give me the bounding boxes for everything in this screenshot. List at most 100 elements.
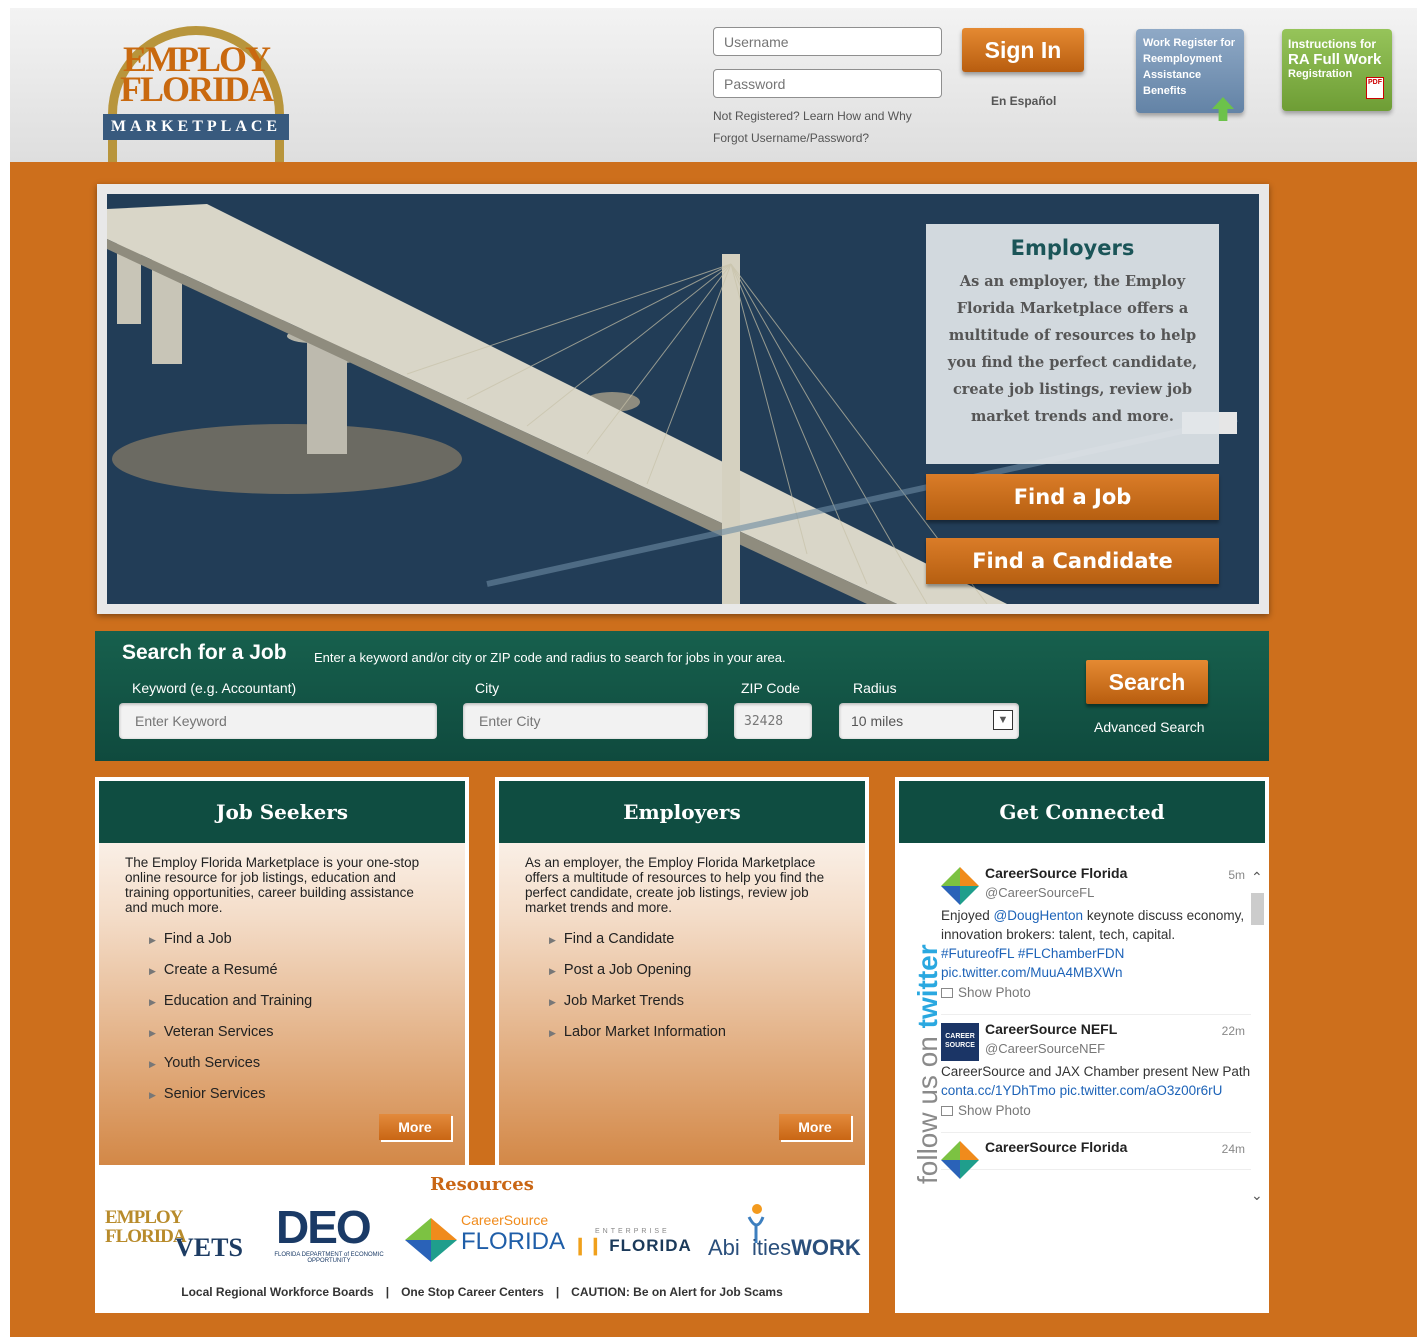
en-espanol-link[interactable]: En Español — [991, 94, 1056, 108]
tweet-author-name[interactable]: CareerSource Florida — [985, 865, 1251, 881]
site-header: EMPLOY FLORIDA MARKETPLACE Not Registere… — [10, 8, 1417, 176]
job-seekers-link-label: Create a Resumé — [163, 962, 278, 978]
enterprise-florida-logo-florida: FLORIDA — [609, 1236, 692, 1255]
resources-title: Resources — [430, 1174, 534, 1195]
chevron-up-icon[interactable]: ⌃ — [1251, 869, 1263, 886]
caret-right-icon: ▶ — [149, 997, 156, 1007]
careersource-nefl-avatar[interactable]: CAREER SOURCE — [941, 1023, 979, 1061]
logo-word-marketplace: MARKETPLACE — [103, 114, 289, 140]
careersource-avatar[interactable] — [941, 1141, 979, 1179]
tweet-author-name[interactable]: CareerSource NEFL — [985, 1021, 1251, 1037]
deo-logo[interactable]: DEO FLORIDA DEPARTMENT of ECONOMIC OPPOR… — [270, 1200, 385, 1265]
zip-label: ZIP Code — [741, 680, 800, 696]
job-seekers-link-label: Veteran Services — [163, 1024, 274, 1040]
search-description: Enter a keyword and/or city or ZIP code … — [314, 650, 786, 665]
job-seekers-link[interactable]: ▶ Find a Job — [149, 927, 465, 958]
advanced-search-link[interactable]: Advanced Search — [1094, 719, 1205, 735]
password-input[interactable] — [713, 69, 942, 98]
tweet-pic-link[interactable]: pic.twitter.com/MuuA4MBXWn — [941, 965, 1123, 980]
zip-input[interactable] — [734, 703, 812, 739]
feed-scrollbar[interactable]: ⌃ ⌄ — [1251, 869, 1265, 1203]
tweet-mention-link[interactable]: @DougHenton — [994, 908, 1084, 923]
employers-panel: Employers As an employer, the Employ Flo… — [495, 777, 869, 1165]
job-scams-caution-link[interactable]: CAUTION: Be on Alert for Job Scams — [571, 1285, 783, 1299]
job-seekers-link[interactable]: ▶ Senior Services — [149, 1082, 465, 1113]
job-seekers-link[interactable]: ▶ Education and Training — [149, 989, 465, 1020]
employers-more-button[interactable]: More — [779, 1114, 851, 1140]
pdf-icon: PDF — [1366, 77, 1384, 99]
show-photo-link[interactable]: Show Photo — [941, 1103, 1251, 1118]
city-input[interactable] — [463, 703, 708, 739]
ra-instructions-button[interactable]: Instructions for RA Full Work Registrati… — [1282, 29, 1392, 111]
employers-link[interactable]: ▶ Labor Market Information — [549, 1020, 865, 1051]
employers-link[interactable]: ▶ Post a Job Opening — [549, 958, 865, 989]
keyword-label: Keyword (e.g. Accountant) — [132, 680, 297, 696]
job-seekers-link[interactable]: ▶ Veteran Services — [149, 1020, 465, 1051]
work-register-label: Work Register for Reemployment Assistanc… — [1143, 37, 1236, 97]
job-seekers-panel: Job Seekers The Employ Florida Marketpla… — [95, 777, 469, 1165]
not-registered-link[interactable]: Not Registered? Learn How and Why — [713, 109, 912, 123]
job-seekers-link-label: Education and Training — [163, 993, 313, 1009]
tweet-author-name[interactable]: CareerSource Florida — [985, 1139, 1251, 1155]
hero-banner: Employers As an employer, the Employ Flo… — [97, 184, 1269, 614]
careersource-mark-icon — [405, 1218, 457, 1262]
one-stop-career-centers-link[interactable]: One Stop Career Centers — [401, 1285, 544, 1299]
link-separator: | — [555, 1285, 560, 1299]
tweet-time[interactable]: 24m — [1222, 1142, 1245, 1156]
abilities-work-logo[interactable]: Abi itiesWORK — [705, 1200, 865, 1265]
twitter-feed: CareerSource Florida @CareerSourceFL 5m … — [941, 859, 1251, 1204]
employers-link[interactable]: ▶ Find a Candidate — [549, 927, 865, 958]
sign-in-button[interactable]: Sign In — [962, 28, 1084, 72]
scrollbar-thumb[interactable] — [1251, 893, 1264, 925]
vets-logo-word: VETS — [175, 1233, 243, 1262]
radius-select[interactable]: 10 miles ▼ — [839, 703, 1019, 739]
employ-florida-vets-logo[interactable]: EMPLOY FLORIDA VETS — [105, 1200, 255, 1265]
careersource-logo-florida: FLORIDA — [461, 1228, 566, 1255]
resources-links: Local Regional Workforce Boards | One Stop… — [95, 1285, 869, 1299]
abilities-logo-part1: Abi — [708, 1235, 740, 1260]
work-register-button[interactable]: Work Register for Reemployment Assistanc… — [1136, 29, 1244, 121]
employers-title: Employers — [499, 781, 865, 843]
tweet-hashtag-link[interactable]: #FutureofFL — [941, 946, 1014, 961]
abilities-logo-part2: ities — [752, 1235, 792, 1260]
username-input[interactable] — [713, 27, 942, 56]
job-seekers-more-button[interactable]: More — [379, 1114, 451, 1140]
abilities-work-logo-text: Abi itiesWORK — [708, 1235, 861, 1261]
employers-link[interactable]: ▶ Job Market Trends — [549, 989, 865, 1020]
job-seekers-link[interactable]: ▶ Youth Services — [149, 1051, 465, 1082]
tweet-hashtag-link[interactable]: #FLChamberFDN — [1018, 946, 1125, 961]
tweet-time[interactable]: 5m — [1228, 868, 1245, 882]
up-arrow-icon — [1212, 97, 1234, 121]
keyword-input[interactable] — [119, 703, 437, 739]
tweet-item: CareerSource Florida 24m — [941, 1133, 1251, 1179]
tweet-pic-link[interactable]: pic.twitter.com/aO3z00r6rU — [1060, 1083, 1223, 1098]
enterprise-florida-logo[interactable]: ENTERPRISE ❙❙ FLORIDA — [573, 1200, 698, 1265]
caret-right-icon: ▶ — [549, 1028, 556, 1038]
show-photo-link[interactable]: Show Photo — [941, 985, 1251, 1000]
careersource-avatar[interactable] — [941, 867, 979, 905]
find-a-job-button[interactable]: Find a Job — [926, 474, 1219, 520]
employers-link-label: Post a Job Opening — [563, 962, 692, 978]
careersource-florida-logo[interactable]: CareerSource FLORIDA — [403, 1200, 565, 1265]
caret-right-icon: ▶ — [149, 1090, 156, 1100]
follow-us-on-twitter-banner[interactable]: follow us on twitter — [903, 843, 943, 1203]
deo-logo-subtitle: FLORIDA DEPARTMENT of ECONOMIC OPPORTUNI… — [274, 1252, 384, 1264]
tweet-text: CareerSource and JAX Chamber present New… — [941, 1062, 1251, 1100]
job-search-bar: Search for a Job Enter a keyword and/or … — [95, 631, 1269, 761]
caret-right-icon: ▶ — [149, 1059, 156, 1069]
find-a-candidate-button[interactable]: Find a Candidate — [926, 538, 1219, 584]
regional-workforce-boards-link[interactable]: Local Regional Workforce Boards — [181, 1285, 374, 1299]
employ-florida-logo[interactable]: EMPLOY FLORIDA MARKETPLACE — [103, 26, 289, 176]
job-seekers-links: ▶ Find a Job ▶ Create a Resumé ▶ Education … — [99, 927, 465, 1113]
chevron-down-icon: ▼ — [993, 710, 1013, 730]
forgot-credentials-link[interactable]: Forgot Username/Password? — [713, 131, 869, 145]
chevron-down-icon[interactable]: ⌄ — [1251, 1187, 1263, 1204]
tweet-url-link[interactable]: conta.cc/1YDhTmo — [941, 1083, 1056, 1098]
job-seekers-link[interactable]: ▶ Create a Resumé — [149, 958, 465, 989]
tweet-time[interactable]: 22m — [1222, 1024, 1245, 1038]
caret-right-icon: ▶ — [549, 935, 556, 945]
tweet-author-handle: @CareerSourceFL — [985, 885, 1095, 900]
search-button[interactable]: Search — [1086, 660, 1208, 704]
job-seekers-title: Job Seekers — [99, 781, 465, 843]
show-photo-label: Show Photo — [958, 1103, 1031, 1118]
